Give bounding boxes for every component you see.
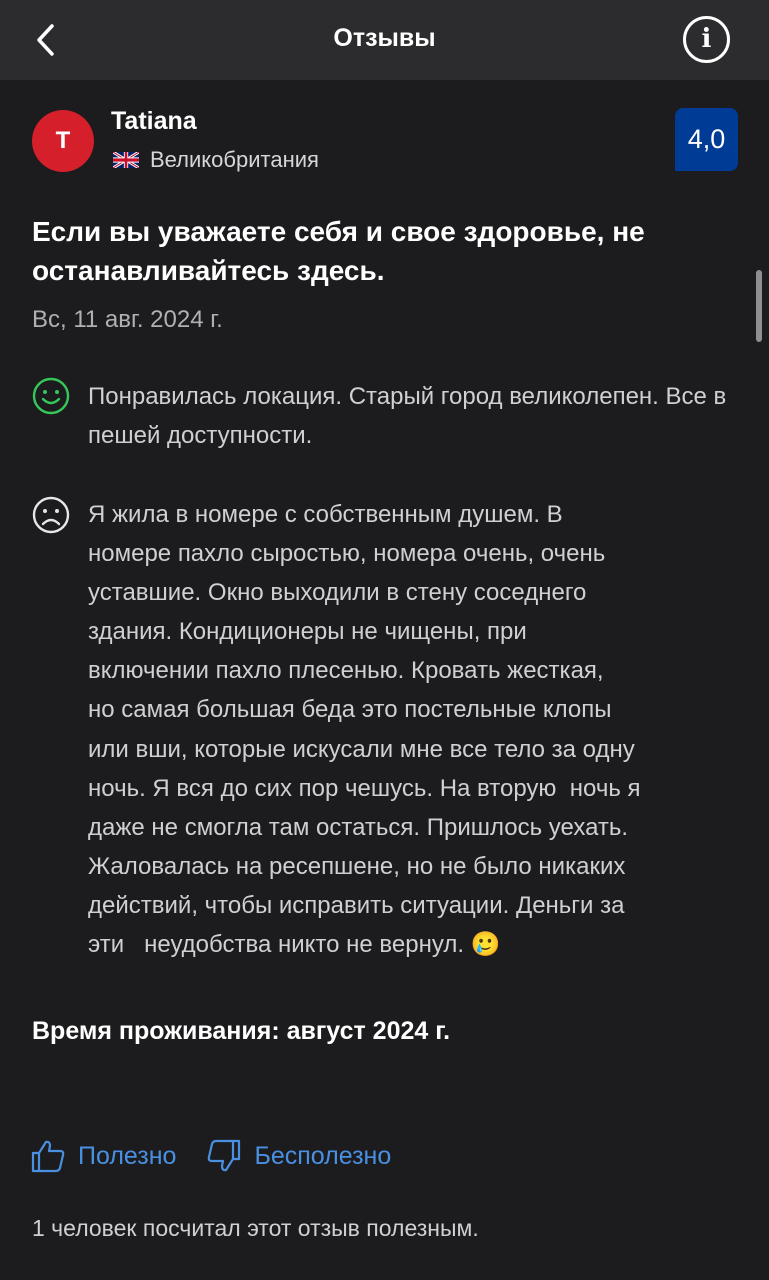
info-button[interactable]: i bbox=[683, 16, 730, 63]
review-negative-line: здания. Кондиционеры не чищены, при bbox=[88, 618, 527, 646]
helpful-label: Полезно bbox=[78, 1141, 177, 1170]
unhelpful-label: Бесполезно bbox=[254, 1141, 392, 1170]
smile-icon bbox=[32, 377, 70, 415]
review-negative-line: эти неудобства никто не вернул. 🥲 bbox=[88, 931, 501, 959]
thumbs-up-icon bbox=[31, 1140, 65, 1173]
helpful-count-text: 1 человек посчитал этот отзыв полезным. bbox=[32, 1215, 479, 1241]
review-negative-line: уставшие. Окно выходили в стену соседнег… bbox=[88, 579, 587, 607]
thumbs-down-icon bbox=[208, 1139, 241, 1172]
page-title: Отзывы bbox=[333, 24, 436, 52]
avatar: T bbox=[32, 110, 94, 172]
review-negative-line: Я жила в номере с собственным душем. В bbox=[88, 501, 563, 528]
review-vote-actions: Полезно Бесполезно bbox=[30, 1136, 391, 1176]
review-title: Если вы уважаете себя и свое здоровье, н… bbox=[32, 216, 645, 286]
review-date: Вс, 11 авг. 2024 г. bbox=[32, 306, 223, 333]
review-positive-text: Понравилась локация. Старый город велико… bbox=[88, 383, 727, 449]
review-negative-text: Я жила в номере с собственным душем. В н… bbox=[88, 495, 758, 964]
author-country: Великобритания bbox=[113, 147, 319, 173]
review-negative-line: номере пахло сыростью, номера очень, оче… bbox=[88, 540, 606, 568]
review-negative-line: но самая большая беда это постельные кло… bbox=[88, 696, 612, 724]
review-negative-line: включении пахло плесенью. Кровать жестка… bbox=[88, 657, 604, 685]
review-negative-line: Жаловалась на ресепшене, но не было ника… bbox=[88, 852, 626, 880]
review-negative-line: действий, чтобы исправить ситуации. День… bbox=[88, 891, 625, 919]
review-score-badge: 4,0 bbox=[675, 108, 738, 171]
unhelpful-button[interactable]: Бесполезно bbox=[206, 1138, 391, 1174]
helpful-button[interactable]: Полезно bbox=[30, 1138, 176, 1174]
info-icon: i bbox=[701, 23, 712, 54]
review-negative-line: или вши, которые искусали мне все тело з… bbox=[88, 735, 635, 763]
frown-icon bbox=[32, 496, 70, 534]
author-name: Tatiana bbox=[111, 107, 197, 135]
top-navigation-bar: Отзывы i bbox=[0, 0, 769, 80]
review-negative-line: даже не смогла там остаться. Пришлось уе… bbox=[88, 813, 629, 841]
stay-period: Время проживания: август 2024 г. bbox=[32, 1017, 451, 1045]
author-country-label: Великобритания bbox=[150, 147, 319, 172]
review-negative-line: ночь. Я вся до сих пор чешусь. На вторую… bbox=[88, 774, 641, 802]
uk-flag-icon bbox=[113, 152, 139, 168]
scrollbar[interactable] bbox=[756, 270, 762, 342]
